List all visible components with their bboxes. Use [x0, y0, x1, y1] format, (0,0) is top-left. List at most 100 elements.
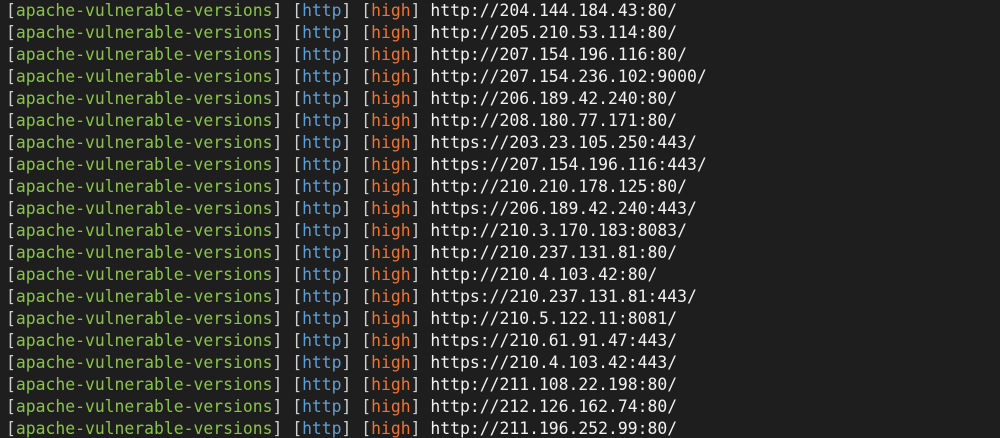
- severity-tag: high: [371, 331, 411, 350]
- output-line: [apache-vulnerable-versions] [http] [hig…: [6, 242, 1000, 264]
- target-url: http://210.5.122.11:8081/: [430, 309, 678, 328]
- bracket-sep: ] [: [272, 199, 303, 218]
- bracket-sep: ] [: [341, 23, 372, 42]
- protocol-tag: http: [302, 397, 342, 416]
- protocol-tag: http: [302, 177, 342, 196]
- bracket-sep: ] [: [341, 221, 372, 240]
- protocol-tag: http: [302, 89, 342, 108]
- template-id: apache-vulnerable-versions: [15, 265, 273, 284]
- bracket-close: ]: [410, 287, 431, 306]
- bracket-close: ]: [410, 309, 431, 328]
- bracket-close: ]: [410, 67, 431, 86]
- target-url: https://207.154.196.116:443/: [430, 155, 707, 174]
- template-id: apache-vulnerable-versions: [15, 1, 273, 20]
- protocol-tag: http: [302, 331, 342, 350]
- output-line: [apache-vulnerable-versions] [http] [hig…: [6, 330, 1000, 352]
- bracket-sep: ] [: [341, 397, 372, 416]
- target-url: http://212.126.162.74:80/: [430, 397, 678, 416]
- target-url: http://207.154.236.102:9000/: [430, 67, 707, 86]
- bracket-sep: ] [: [272, 331, 303, 350]
- bracket-sep: ] [: [272, 177, 303, 196]
- bracket-sep: ] [: [272, 221, 303, 240]
- bracket-close: ]: [410, 1, 431, 20]
- protocol-tag: http: [302, 155, 342, 174]
- output-line: [apache-vulnerable-versions] [http] [hig…: [6, 66, 1000, 88]
- bracket-sep: ] [: [341, 133, 372, 152]
- bracket-sep: ] [: [341, 265, 372, 284]
- template-id: apache-vulnerable-versions: [15, 177, 273, 196]
- bracket-open: [: [6, 155, 16, 174]
- template-id: apache-vulnerable-versions: [15, 23, 273, 42]
- target-url: https://210.237.131.81:443/: [430, 287, 697, 306]
- bracket-close: ]: [410, 419, 431, 438]
- bracket-sep: ] [: [272, 397, 303, 416]
- output-line: [apache-vulnerable-versions] [http] [hig…: [6, 132, 1000, 154]
- protocol-tag: http: [302, 287, 342, 306]
- target-url: http://210.4.103.42:80/: [430, 265, 658, 284]
- bracket-sep: ] [: [272, 287, 303, 306]
- template-id: apache-vulnerable-versions: [15, 419, 273, 438]
- protocol-tag: http: [302, 133, 342, 152]
- target-url: http://211.196.252.99:80/: [430, 419, 678, 438]
- bracket-sep: ] [: [272, 45, 303, 64]
- template-id: apache-vulnerable-versions: [15, 155, 273, 174]
- bracket-open: [: [6, 331, 16, 350]
- bracket-sep: ] [: [341, 199, 372, 218]
- severity-tag: high: [371, 133, 411, 152]
- template-id: apache-vulnerable-versions: [15, 111, 273, 130]
- template-id: apache-vulnerable-versions: [15, 221, 273, 240]
- output-line: [apache-vulnerable-versions] [http] [hig…: [6, 198, 1000, 220]
- output-line: [apache-vulnerable-versions] [http] [hig…: [6, 264, 1000, 286]
- bracket-open: [: [6, 375, 16, 394]
- severity-tag: high: [371, 45, 411, 64]
- bracket-sep: ] [: [341, 45, 372, 64]
- bracket-sep: ] [: [272, 89, 303, 108]
- template-id: apache-vulnerable-versions: [15, 397, 273, 416]
- severity-tag: high: [371, 375, 411, 394]
- bracket-sep: ] [: [272, 309, 303, 328]
- bracket-close: ]: [410, 397, 431, 416]
- target-url: http://208.180.77.171:80/: [430, 111, 678, 130]
- terminal-output[interactable]: [apache-vulnerable-versions] [http] [hig…: [0, 0, 1000, 438]
- bracket-close: ]: [410, 23, 431, 42]
- protocol-tag: http: [302, 221, 342, 240]
- output-line: [apache-vulnerable-versions] [http] [hig…: [6, 308, 1000, 330]
- bracket-sep: ] [: [272, 243, 303, 262]
- bracket-sep: ] [: [272, 111, 303, 130]
- severity-tag: high: [371, 353, 411, 372]
- protocol-tag: http: [302, 243, 342, 262]
- severity-tag: high: [371, 265, 411, 284]
- severity-tag: high: [371, 287, 411, 306]
- bracket-close: ]: [410, 353, 431, 372]
- protocol-tag: http: [302, 67, 342, 86]
- output-line: [apache-vulnerable-versions] [http] [hig…: [6, 374, 1000, 396]
- target-url: https://206.189.42.240:443/: [430, 199, 697, 218]
- target-url: http://210.3.170.183:8083/: [430, 221, 687, 240]
- bracket-sep: ] [: [272, 265, 303, 284]
- severity-tag: high: [371, 243, 411, 262]
- template-id: apache-vulnerable-versions: [15, 133, 273, 152]
- protocol-tag: http: [302, 309, 342, 328]
- protocol-tag: http: [302, 265, 342, 284]
- bracket-open: [: [6, 353, 16, 372]
- bracket-open: [: [6, 309, 16, 328]
- bracket-close: ]: [410, 89, 431, 108]
- severity-tag: high: [371, 177, 411, 196]
- output-line: [apache-vulnerable-versions] [http] [hig…: [6, 22, 1000, 44]
- bracket-close: ]: [410, 133, 431, 152]
- severity-tag: high: [371, 199, 411, 218]
- bracket-sep: ] [: [341, 1, 372, 20]
- target-url: http://204.144.184.43:80/: [430, 1, 678, 20]
- template-id: apache-vulnerable-versions: [15, 243, 273, 262]
- target-url: http://205.210.53.114:80/: [430, 23, 678, 42]
- bracket-open: [: [6, 199, 16, 218]
- bracket-open: [: [6, 419, 16, 438]
- bracket-sep: ] [: [272, 353, 303, 372]
- target-url: https://210.4.103.42:443/: [430, 353, 678, 372]
- bracket-open: [: [6, 89, 16, 108]
- severity-tag: high: [371, 67, 411, 86]
- severity-tag: high: [371, 397, 411, 416]
- bracket-sep: ] [: [272, 155, 303, 174]
- bracket-open: [: [6, 221, 16, 240]
- bracket-close: ]: [410, 177, 431, 196]
